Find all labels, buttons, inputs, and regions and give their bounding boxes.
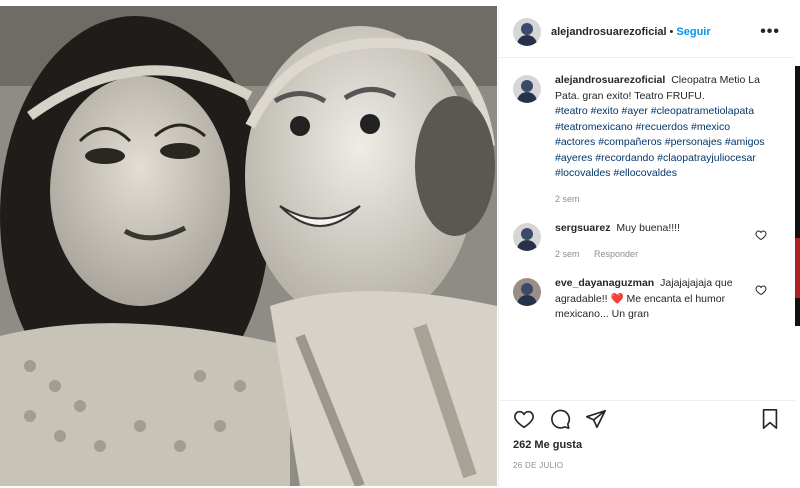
comment-body: sergsuarez Muy buena!!!! 2 sem Responder [555,221,765,262]
comment-heart-icon[interactable] [755,229,767,241]
comment-item: eve_dayanaguzman Jajajajajaja que agrada… [513,276,781,323]
background-edge-accent [795,238,800,298]
caption-meta: 2 sem [555,192,765,208]
header-separator: • [669,25,674,38]
reply-button[interactable]: Responder [594,249,638,259]
commenter-avatar[interactable] [513,223,541,251]
comment-meta: 2 sem Responder [555,247,765,263]
post-actions: 262 Me gusta 26 DE JULIO [499,400,795,486]
comment-text: Muy buena!!!! [616,222,680,234]
caption-username[interactable]: alejandrosuarezoficial [555,74,665,86]
author-username[interactable]: alejandrosuarezoficial [551,26,667,38]
action-icons-row [513,401,781,437]
more-options-icon[interactable]: ••• [760,23,780,41]
bookmark-icon[interactable] [759,408,781,430]
commenter-avatar[interactable] [513,278,541,306]
caption-time: 2 sem [555,193,580,204]
caption-author-avatar[interactable] [513,75,541,103]
screenshot-frame: alejandrosuarezoficial • Seguir ••• alej… [0,0,800,488]
caption-body: alejandrosuarezoficial Cleopatra Metio L… [555,73,765,207]
likes-count[interactable]: 262 Me gusta [513,439,781,451]
paper-plane-icon[interactable] [585,408,607,430]
comment-time: 2 sem [555,248,580,259]
comment-heart-icon[interactable] [755,284,767,296]
post-side-panel: alejandrosuarezoficial • Seguir ••• alej… [498,6,795,486]
caption-hashtags[interactable]: #teatro #exito #ayer #cleopatrametiolapa… [555,104,765,182]
post-date: 26 DE JULIO [513,461,564,470]
comment-item: sergsuarez Muy buena!!!! 2 sem Responder [513,221,781,262]
comment-username[interactable]: eve_dayanaguzman [555,277,654,289]
comment-username[interactable]: sergsuarez [555,222,610,234]
comments-list[interactable]: alejandrosuarezoficial Cleopatra Metio L… [499,59,795,400]
heart-icon[interactable] [513,408,535,430]
photo-illustration [0,6,497,486]
comment-body: eve_dayanaguzman Jajajajajaja que agrada… [555,276,765,323]
post-photo[interactable] [0,6,497,486]
follow-button[interactable]: Seguir [676,26,710,38]
post-header: alejandrosuarezoficial • Seguir ••• [499,6,794,58]
comment-icon[interactable] [549,408,571,430]
caption-item: alejandrosuarezoficial Cleopatra Metio L… [513,73,781,207]
author-avatar[interactable] [513,17,541,46]
